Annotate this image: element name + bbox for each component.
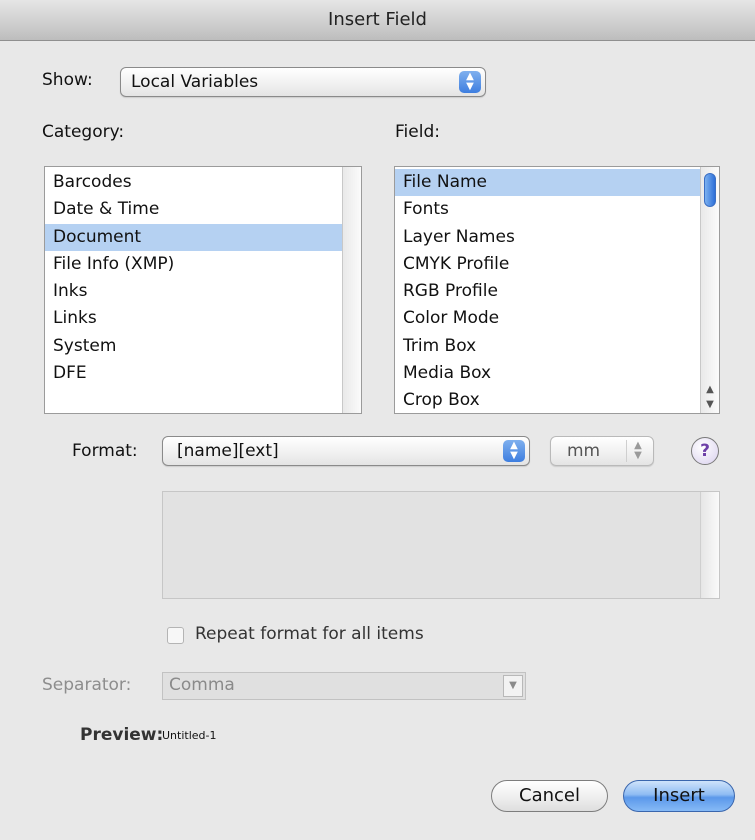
chevron-down-icon: ▼ <box>503 675 523 697</box>
preview-label: Preview: <box>80 725 164 745</box>
field-list[interactable]: File Name Fonts Layer Names CMYK Profile RGB… <box>394 166 720 414</box>
field-list-item[interactable]: Fonts <box>395 196 719 223</box>
category-list-item[interactable]: Links <box>45 305 361 332</box>
category-scrollbar[interactable] <box>342 167 361 413</box>
category-list-item[interactable]: Barcodes <box>45 169 361 196</box>
scroll-up-arrow-icon[interactable]: ▲ <box>701 384 719 395</box>
category-list[interactable]: Barcodes Date & Time Document File Info (XM… <box>44 166 362 414</box>
dropdown-arrows-icon: ▲ ▼ <box>626 440 649 462</box>
window-title: Insert Field <box>0 0 755 41</box>
help-button[interactable]: ? <box>691 437 719 465</box>
field-list-item[interactable]: CMYK Profile <box>395 251 719 278</box>
category-list-item[interactable]: Document <box>45 223 361 251</box>
format-dropdown[interactable]: [name][ext] ▲ ▼ <box>162 436 530 466</box>
repeat-format-label: Repeat format for all items <box>195 624 424 644</box>
scroll-down-arrow-icon[interactable]: ▼ <box>701 399 719 410</box>
category-list-item[interactable]: Inks <box>45 278 361 305</box>
format-scrollbar[interactable] <box>700 492 719 598</box>
field-list-item[interactable]: File Name <box>395 169 719 197</box>
field-list-item[interactable]: Color Mode <box>395 305 719 332</box>
show-dropdown-value: Local Variables <box>131 72 259 92</box>
field-list-item[interactable]: Trim Box <box>395 333 719 360</box>
category-list-item[interactable]: File Info (XMP) <box>45 251 361 278</box>
category-label: Category: <box>42 122 125 142</box>
insert-button[interactable]: Insert <box>623 780 735 812</box>
category-list-item[interactable]: DFE <box>45 360 361 387</box>
separator-dropdown[interactable]: Comma ▼ <box>162 672 526 700</box>
category-list-item[interactable]: Date & Time <box>45 196 361 223</box>
cancel-button[interactable]: Cancel <box>491 780 608 812</box>
separator-label: Separator: <box>42 675 132 695</box>
field-list-item[interactable]: Crop Box <box>395 387 719 413</box>
show-label: Show: <box>42 70 93 90</box>
repeat-format-checkbox[interactable] <box>167 627 184 644</box>
unit-dropdown-value: mm <box>567 441 601 461</box>
format-label: Format: <box>72 441 138 461</box>
field-scroll-thumb[interactable] <box>704 173 716 207</box>
field-label: Field: <box>395 122 440 142</box>
format-dropdown-value: [name][ext] <box>177 441 279 461</box>
field-list-item[interactable]: Layer Names <box>395 224 719 251</box>
field-scrollbar[interactable]: ▲ ▼ <box>700 167 719 413</box>
dropdown-arrows-icon: ▲ ▼ <box>459 71 481 93</box>
category-list-item[interactable]: System <box>45 333 361 360</box>
unit-dropdown[interactable]: mm ▲ ▼ <box>550 436 654 466</box>
dropdown-arrows-icon: ▲ ▼ <box>503 440 525 462</box>
field-list-item[interactable]: Media Box <box>395 360 719 387</box>
format-text-area[interactable] <box>162 491 720 599</box>
field-list-item[interactable]: RGB Profile <box>395 278 719 305</box>
preview-value: Untitled-1 <box>162 729 217 742</box>
show-dropdown[interactable]: Local Variables ▲ ▼ <box>120 67 486 97</box>
separator-dropdown-value: Comma <box>169 675 235 695</box>
